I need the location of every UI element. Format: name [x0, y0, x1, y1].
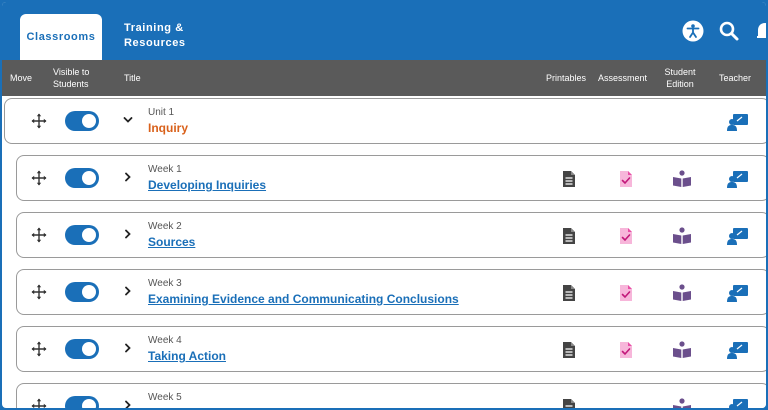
header-teacher: Teacher [719, 73, 752, 83]
visible-toggle[interactable] [65, 282, 99, 302]
week-label: Week 4 [148, 335, 182, 346]
visible-toggle[interactable] [65, 339, 99, 359]
printable-document-icon[interactable] [560, 170, 578, 188]
student-edition-book-icon[interactable] [672, 398, 692, 410]
chevron-right-icon[interactable] [123, 286, 133, 296]
search-icon[interactable] [718, 20, 740, 42]
unit-title: Inquiry [148, 121, 189, 135]
table-header: Move Visible to Students Title Printable… [2, 60, 766, 96]
app-frame: Classrooms Training & Resources Move Vis… [0, 0, 768, 410]
tab-training-resources[interactable]: Training & Resources [124, 21, 214, 51]
chevron-down-icon[interactable] [123, 115, 133, 125]
chevron-right-icon[interactable] [123, 172, 133, 182]
visible-toggle[interactable] [65, 111, 99, 131]
student-edition-book-icon[interactable] [672, 341, 692, 359]
move-icon[interactable] [31, 170, 47, 186]
week-title-link[interactable]: Developing Inquiries [148, 178, 266, 192]
printable-document-icon[interactable] [560, 227, 578, 245]
header-assessment: Assessment [598, 73, 648, 83]
teacher-icon[interactable] [727, 170, 749, 188]
week-row: Week 3 Examining Evidence and Communicat… [16, 269, 766, 315]
header-title: Title [124, 73, 141, 83]
move-icon[interactable] [31, 227, 47, 243]
chevron-right-icon[interactable] [123, 229, 133, 239]
week-label: Week 5 [148, 392, 182, 403]
header-student-edition: Student Edition [664, 67, 696, 89]
move-icon[interactable] [31, 284, 47, 300]
visible-toggle[interactable] [65, 168, 99, 188]
teacher-icon[interactable] [727, 227, 749, 245]
assessment-icon[interactable] [617, 227, 635, 245]
move-icon[interactable] [31, 398, 47, 410]
header-printables: Printables [546, 73, 587, 83]
week-row: Week 4 Taking Action [16, 326, 766, 372]
teacher-icon[interactable] [727, 113, 749, 131]
chevron-right-icon[interactable] [123, 343, 133, 353]
unit-label: Unit 1 [148, 107, 175, 118]
week-label: Week 3 [148, 278, 182, 289]
week-row: Week 2 Sources [16, 212, 766, 258]
teacher-icon[interactable] [727, 341, 749, 359]
assessment-icon[interactable] [617, 170, 635, 188]
visible-toggle[interactable] [65, 396, 99, 408]
visible-toggle[interactable] [65, 225, 99, 245]
teacher-icon[interactable] [727, 398, 749, 410]
bell-icon[interactable] [754, 20, 768, 42]
move-icon[interactable] [31, 341, 47, 357]
printable-document-icon[interactable] [560, 398, 578, 410]
week-title-link[interactable]: Sources [148, 235, 195, 249]
tab-classrooms[interactable]: Classrooms [20, 14, 102, 60]
week-row: Week 5 [16, 383, 766, 410]
week-label: Week 2 [148, 221, 182, 232]
unit-row: Unit 1 Inquiry [4, 98, 766, 144]
chevron-right-icon[interactable] [123, 400, 133, 410]
printable-document-icon[interactable] [560, 284, 578, 302]
student-edition-book-icon[interactable] [672, 284, 692, 302]
header-visible: Visible to Students [53, 67, 90, 89]
week-title-link[interactable]: Taking Action [148, 349, 226, 363]
move-icon[interactable] [31, 113, 47, 129]
student-edition-book-icon[interactable] [672, 170, 692, 188]
top-nav: Classrooms Training & Resources [2, 2, 768, 60]
accessibility-icon[interactable] [682, 20, 704, 42]
assessment-icon[interactable] [617, 284, 635, 302]
teacher-icon[interactable] [727, 284, 749, 302]
week-label: Week 1 [148, 164, 182, 175]
week-title-link[interactable]: Examining Evidence and Communicating Con… [148, 292, 459, 306]
student-edition-book-icon[interactable] [672, 227, 692, 245]
printable-document-icon[interactable] [560, 341, 578, 359]
assessment-icon[interactable] [617, 341, 635, 359]
header-move: Move [10, 73, 33, 83]
week-row: Week 1 Developing Inquiries [16, 155, 766, 201]
